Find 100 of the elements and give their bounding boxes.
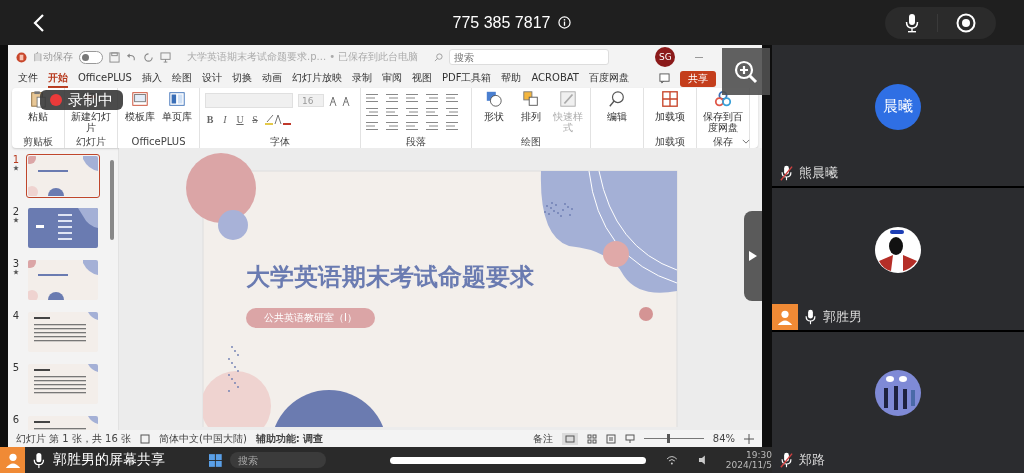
recording-dot-icon — [50, 94, 62, 106]
search-icon — [608, 90, 626, 108]
minimize-icon[interactable] — [695, 56, 704, 58]
format-button[interactable]: I — [220, 113, 230, 125]
paragraph-format-icon[interactable] — [386, 94, 398, 102]
save-icon[interactable] — [109, 51, 120, 63]
ribbon-tab[interactable]: 绘图 — [171, 69, 192, 88]
reading-view-icon[interactable] — [605, 433, 616, 444]
ribbon-tool-button[interactable]: 编辑 — [596, 90, 638, 147]
participant-avatar: 晨曦 — [875, 83, 921, 130]
ribbon-tab[interactable]: 插入 — [141, 69, 162, 88]
ribbon-tab[interactable]: 设计 — [201, 69, 222, 88]
fit-slide-icon[interactable] — [744, 433, 754, 444]
paragraph-format-icon[interactable] — [426, 122, 438, 130]
rings-icon — [714, 90, 732, 108]
paragraph-format-icon[interactable] — [406, 122, 418, 130]
ribbon-tab[interactable]: OfficePLUS — [78, 71, 132, 86]
slide-thumbnail[interactable] — [26, 258, 100, 302]
user-avatar[interactable]: SG — [655, 47, 676, 67]
normal-view-icon[interactable] — [561, 432, 578, 445]
autosave-label: 自动保存 — [33, 50, 73, 64]
slide-thumbnail[interactable] — [26, 362, 100, 406]
brush-icon — [559, 90, 577, 108]
ribbon-tool-button[interactable]: 形状 — [477, 90, 511, 136]
comment-icon[interactable] — [659, 73, 670, 84]
paragraph-format-icon[interactable] — [426, 108, 438, 116]
play-icon — [749, 251, 757, 261]
group-label: OfficePLUS — [131, 136, 186, 147]
spellcheck-icon[interactable] — [140, 433, 150, 444]
slide-thumbnail[interactable] — [26, 310, 100, 354]
share-button[interactable]: 共享 — [680, 70, 716, 87]
font-name-field[interactable] — [205, 93, 293, 108]
expand-panel-button[interactable] — [744, 211, 762, 301]
slide-thumbnail[interactable] — [26, 206, 100, 250]
paragraph-format-icon[interactable] — [426, 94, 438, 102]
ribbon-tab[interactable]: 动画 — [261, 69, 282, 88]
format-button[interactable]: B — [205, 113, 215, 125]
zoom-in-button[interactable] — [722, 48, 770, 95]
paragraph-format-icon[interactable] — [366, 94, 378, 102]
ribbon-tab[interactable]: 切换 — [231, 69, 252, 88]
paragraph-format-icon[interactable] — [446, 94, 458, 102]
undo-icon[interactable] — [126, 51, 137, 63]
ribbon-tool-button[interactable]: 加载项 — [649, 90, 691, 136]
recording-label: 录制中 — [68, 91, 113, 109]
ribbon-tab[interactable]: 百度网盘 — [588, 69, 629, 88]
ribbon-tab[interactable]: ACROBAT — [531, 71, 579, 86]
search-field[interactable]: 搜索 — [449, 49, 610, 65]
redo-icon[interactable] — [143, 51, 154, 63]
paragraph-format-icon[interactable] — [446, 108, 458, 116]
autosave-toggle[interactable] — [79, 50, 103, 64]
ribbon-tab[interactable]: 审阅 — [381, 69, 402, 88]
format-button[interactable]: U — [235, 113, 245, 125]
participant-name: 郭胜男 — [823, 307, 862, 326]
microphone-icon — [905, 12, 919, 33]
ribbon-tab[interactable]: 文件 — [18, 69, 38, 88]
ribbon-tool-button[interactable]: 排列 — [514, 90, 548, 136]
ribbon-tab[interactable]: PDF工具箱 — [441, 69, 492, 88]
language-label[interactable]: 简体中文(中国大陆) — [159, 431, 247, 446]
paragraph-format-icon[interactable] — [406, 94, 418, 102]
taskbar-search-field[interactable]: 搜索 — [229, 452, 326, 468]
paragraph-format-icon[interactable] — [386, 108, 398, 116]
slideshow-icon[interactable] — [624, 433, 635, 444]
format-button[interactable]: S — [250, 113, 260, 125]
taskbar-time: 19:30 — [746, 450, 772, 460]
ribbon-tool-button[interactable]: 模板库 — [123, 90, 157, 136]
group-label: 绘图 — [521, 136, 541, 147]
back-icon[interactable] — [33, 12, 45, 33]
group-label: 幻灯片 — [76, 136, 106, 147]
zoom-percent[interactable]: 84% — [712, 433, 735, 444]
slide-number: 3 — [12, 258, 20, 269]
paragraph-format-icon[interactable] — [366, 122, 378, 130]
ribbon-tool-button[interactable]: 单页库 — [160, 90, 194, 136]
paragraph-format-icon[interactable] — [446, 122, 458, 130]
slide-title: 大学英语期末考试命题要求 — [246, 262, 534, 292]
text-color-icon[interactable] — [265, 113, 291, 125]
ribbon-tab[interactable]: 幻灯片放映 — [291, 69, 342, 88]
screen-share-label: 郭胜男的屏幕共享 — [53, 451, 166, 469]
paragraph-format-icon[interactable] — [366, 108, 378, 116]
windows-start-icon[interactable] — [209, 453, 222, 467]
zoom-in-icon — [734, 59, 758, 84]
ribbon-tab[interactable]: 帮助 — [501, 69, 522, 88]
info-icon[interactable] — [558, 16, 572, 29]
home-indicator[interactable] — [389, 456, 647, 464]
collapse-icon[interactable] — [742, 139, 750, 144]
group-label: 剪贴板 — [23, 136, 53, 147]
slide-count: 幻灯片 第 1 张，共 16 张 — [16, 431, 131, 446]
slide-number: 5 — [12, 362, 20, 373]
accessibility-status[interactable]: 辅助功能: 调查 — [255, 431, 324, 446]
ribbon-tab[interactable]: 录制 — [351, 69, 372, 88]
app-logo-icon — [16, 51, 27, 63]
group-label: 段落 — [406, 136, 426, 147]
paragraph-format-icon[interactable] — [406, 108, 418, 116]
slide-thumbnail[interactable] — [26, 154, 100, 198]
notes-button[interactable]: 备注 — [532, 431, 553, 446]
presentation-icon[interactable] — [160, 51, 171, 63]
zoom-slider-thumb[interactable] — [666, 434, 670, 443]
slide-sorter-icon[interactable] — [586, 433, 597, 444]
paragraph-format-icon[interactable] — [386, 122, 398, 130]
ribbon-tab[interactable]: 视图 — [411, 69, 432, 88]
ribbon-tool-button[interactable]: 保存到百度网盘 — [702, 90, 744, 136]
